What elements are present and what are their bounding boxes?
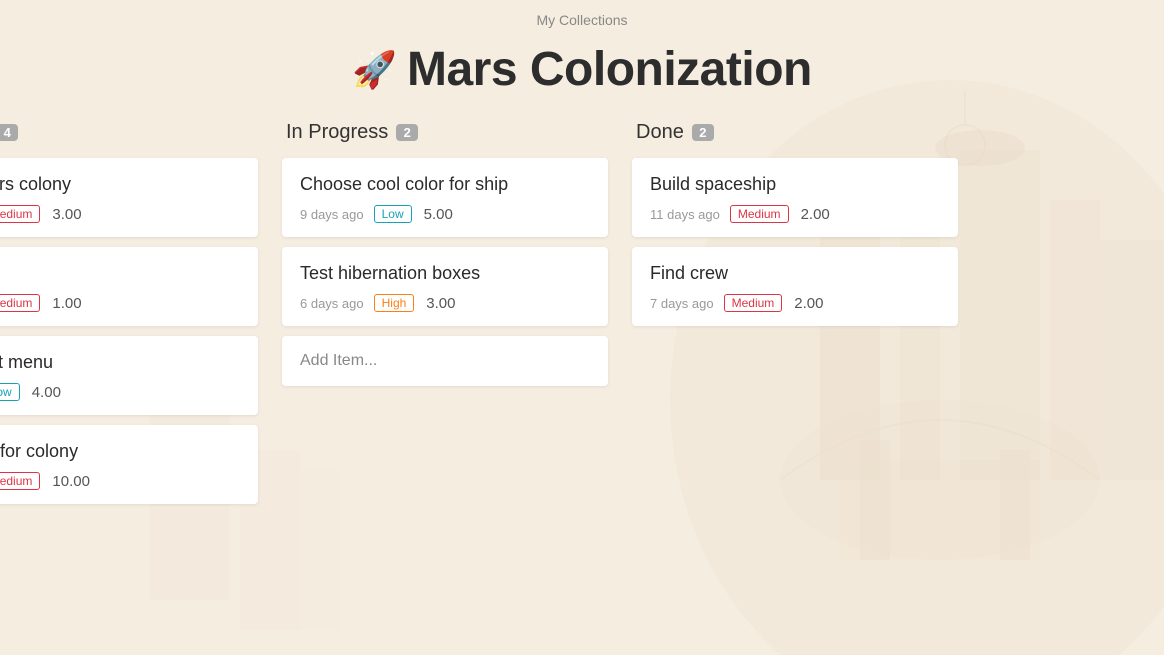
card-meta: ago Medium 10.00 xyxy=(0,472,240,490)
my-collections-link[interactable]: My Collections xyxy=(536,12,627,28)
rocket-icon: 🚀 xyxy=(352,49,397,91)
card-meta: 7 days ago Medium 2.00 xyxy=(650,294,940,312)
card-points: 3.00 xyxy=(52,206,81,223)
add-item-button[interactable]: Add Item... xyxy=(282,336,608,386)
priority-badge: Low xyxy=(0,383,20,401)
table-row[interactable]: sh mars colony ago Medium 3.00 xyxy=(0,158,258,237)
priority-badge: High xyxy=(374,294,415,312)
card-title: nks xyxy=(0,263,240,284)
column-todo-header: To Do 4 xyxy=(0,121,258,144)
card-meta: 9 days ago Low 5.00 xyxy=(300,205,590,223)
card-date: 6 days ago xyxy=(300,296,364,311)
card-title: e flight menu xyxy=(0,352,240,373)
card-title: Choose cool color for ship xyxy=(300,174,590,195)
priority-badge: Medium xyxy=(0,294,40,312)
table-row[interactable]: Build spaceship 11 days ago Medium 2.00 xyxy=(632,158,958,237)
card-title: name for colony xyxy=(0,441,240,462)
column-in-progress-count: 2 xyxy=(396,124,418,141)
column-done-header: Done 2 xyxy=(632,121,958,144)
card-points: 5.00 xyxy=(424,206,453,223)
card-points: 1.00 xyxy=(52,295,81,312)
priority-badge: Medium xyxy=(0,472,40,490)
card-date: 11 days ago xyxy=(650,207,720,222)
card-points: 4.00 xyxy=(32,384,61,401)
column-done: Done 2 Build spaceship 11 days ago Mediu… xyxy=(620,121,970,336)
column-done-title: Done xyxy=(636,121,684,144)
card-points: 2.00 xyxy=(794,295,823,312)
table-row[interactable]: Test hibernation boxes 6 days ago High 3… xyxy=(282,247,608,326)
card-title: sh mars colony xyxy=(0,174,240,195)
card-date: 7 days ago xyxy=(650,296,714,311)
card-points: 3.00 xyxy=(426,295,455,312)
card-meta: ago Low 4.00 xyxy=(0,383,240,401)
column-todo: To Do 4 sh mars colony ago Medium 3.00 n… xyxy=(0,121,270,514)
table-row[interactable]: nks ago Medium 1.00 xyxy=(0,247,258,326)
column-in-progress-title: In Progress xyxy=(286,121,388,144)
card-meta: ago Medium 3.00 xyxy=(0,205,240,223)
table-row[interactable]: Choose cool color for ship 9 days ago Lo… xyxy=(282,158,608,237)
priority-badge: Medium xyxy=(730,205,789,223)
column-in-progress: In Progress 2 Choose cool color for ship… xyxy=(270,121,620,396)
column-done-count: 2 xyxy=(692,124,714,141)
card-title: Find crew xyxy=(650,263,940,284)
add-item-label: Add Item... xyxy=(300,352,377,369)
card-points: 10.00 xyxy=(52,473,90,490)
card-points: 2.00 xyxy=(801,206,830,223)
kanban-board: To Do 4 sh mars colony ago Medium 3.00 n… xyxy=(0,121,1164,514)
priority-badge: Low xyxy=(374,205,412,223)
table-row[interactable]: Find crew 7 days ago Medium 2.00 xyxy=(632,247,958,326)
breadcrumb-nav: My Collections xyxy=(0,0,1164,34)
column-todo-count: 4 xyxy=(0,124,18,141)
table-row[interactable]: name for colony ago Medium 10.00 xyxy=(0,425,258,504)
page-title: Mars Colonization xyxy=(407,42,812,97)
priority-badge: Medium xyxy=(724,294,783,312)
column-in-progress-header: In Progress 2 xyxy=(282,121,608,144)
card-title: Build spaceship xyxy=(650,174,940,195)
card-meta: ago Medium 1.00 xyxy=(0,294,240,312)
table-row[interactable]: e flight menu ago Low 4.00 xyxy=(0,336,258,415)
card-meta: 11 days ago Medium 2.00 xyxy=(650,205,940,223)
card-date: 9 days ago xyxy=(300,207,364,222)
page-title-row: 🚀 Mars Colonization xyxy=(0,34,1164,121)
priority-badge: Medium xyxy=(0,205,40,223)
card-title: Test hibernation boxes xyxy=(300,263,590,284)
card-meta: 6 days ago High 3.00 xyxy=(300,294,590,312)
